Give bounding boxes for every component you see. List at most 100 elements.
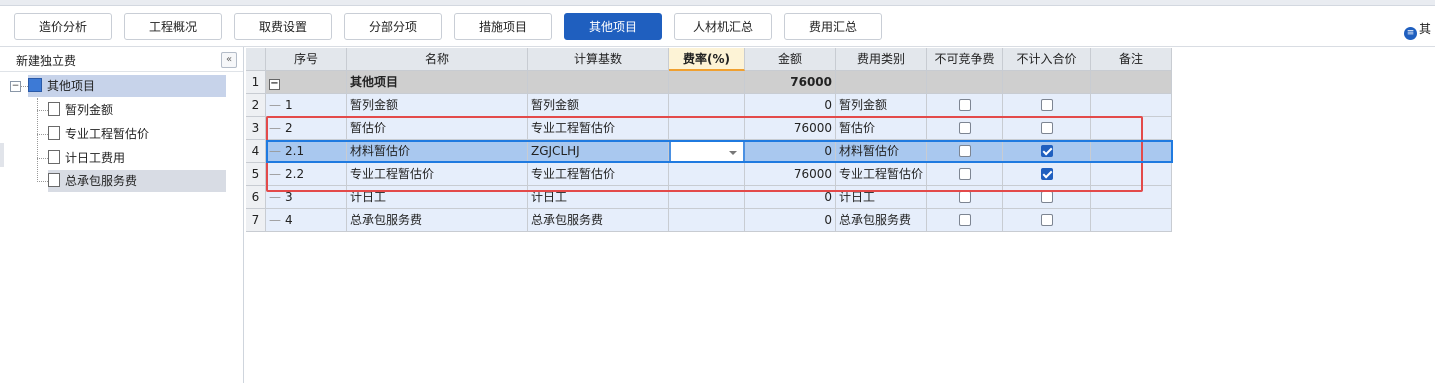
- cell-row-number[interactable]: 1: [246, 71, 266, 94]
- header-rate[interactable]: 费率(%): [669, 48, 745, 71]
- cell-category[interactable]: 暂列金额: [836, 94, 927, 117]
- cell-basis[interactable]: ZGJCLHJ: [528, 140, 669, 163]
- cell-amount[interactable]: 0: [745, 140, 836, 163]
- exclude-checkbox[interactable]: [1040, 214, 1053, 226]
- cell-rate[interactable]: [669, 94, 745, 117]
- exclude-checkbox[interactable]: [1040, 191, 1053, 203]
- header-category[interactable]: 费用类别: [836, 48, 927, 71]
- collapse-sidebar-button[interactable]: «: [221, 52, 237, 68]
- cell-noncompete[interactable]: [927, 140, 1003, 163]
- cell-rate[interactable]: [669, 163, 745, 186]
- cell-note[interactable]: [1091, 71, 1172, 94]
- cell-note[interactable]: [1091, 209, 1172, 232]
- noncompete-checkbox[interactable]: [958, 145, 971, 157]
- cell-name[interactable]: 专业工程暂估价: [347, 163, 528, 186]
- cell-note[interactable]: [1091, 117, 1172, 140]
- cell-amount[interactable]: 0: [745, 186, 836, 209]
- cell-noncompete[interactable]: [927, 94, 1003, 117]
- cell-seq[interactable]: −: [266, 71, 347, 94]
- cell-noncompete[interactable]: [927, 117, 1003, 140]
- cell-category[interactable]: 计日工: [836, 186, 927, 209]
- cell-category[interactable]: 总承包服务费: [836, 209, 927, 232]
- noncompete-checkbox[interactable]: [958, 214, 971, 226]
- tree-node-general-contractor-fee[interactable]: 总承包服务费: [48, 170, 226, 192]
- cell-name[interactable]: 计日工: [347, 186, 528, 209]
- cell-rate[interactable]: [669, 186, 745, 209]
- exclude-checkbox[interactable]: [1040, 168, 1053, 180]
- corner-menu[interactable]: ≡ 其: [1404, 20, 1431, 40]
- cell-rate[interactable]: [669, 117, 745, 140]
- cell-exclude[interactable]: [1003, 209, 1091, 232]
- exclude-checkbox[interactable]: [1040, 122, 1053, 134]
- tree-node-specialty-estimate[interactable]: 专业工程暂估价: [48, 123, 153, 145]
- cell-basis[interactable]: 专业工程暂估价: [528, 163, 669, 186]
- tab-cost-analysis[interactable]: 造价分析: [14, 13, 112, 40]
- noncompete-checkbox[interactable]: [958, 122, 971, 134]
- tab-project-overview[interactable]: 工程概况: [124, 13, 222, 40]
- noncompete-checkbox[interactable]: [958, 99, 971, 111]
- cell-seq[interactable]: —1: [266, 94, 347, 117]
- chevron-down-icon[interactable]: [729, 151, 737, 155]
- tab-itemized[interactable]: 分部分项: [344, 13, 442, 40]
- header-basis[interactable]: 计算基数: [528, 48, 669, 71]
- cell-amount[interactable]: 0: [745, 94, 836, 117]
- cell-amount[interactable]: 0: [745, 209, 836, 232]
- cell-row-number[interactable]: 2: [246, 94, 266, 117]
- cell-name[interactable]: 暂估价: [347, 117, 528, 140]
- cell-name[interactable]: 暂列金额: [347, 94, 528, 117]
- cell-rate[interactable]: [669, 209, 745, 232]
- cell-basis[interactable]: [528, 71, 669, 94]
- exclude-checkbox[interactable]: [1040, 99, 1053, 111]
- cell-seq[interactable]: — 2.1: [266, 140, 347, 163]
- cell-amount[interactable]: 76000: [745, 117, 836, 140]
- cell-row-number[interactable]: 5: [246, 163, 266, 186]
- header-seq[interactable]: 序号: [266, 48, 347, 71]
- cell-seq[interactable]: — 2.2: [266, 163, 347, 186]
- cell-row-number[interactable]: 6: [246, 186, 266, 209]
- noncompete-checkbox[interactable]: [958, 168, 971, 180]
- cell-exclude[interactable]: [1003, 140, 1091, 163]
- cell-note[interactable]: [1091, 186, 1172, 209]
- header-exclude[interactable]: 不计入合价: [1003, 48, 1091, 71]
- tree-node-other-items[interactable]: 其他项目: [28, 75, 226, 97]
- cell-amount[interactable]: 76000: [745, 71, 836, 94]
- cell-note[interactable]: [1091, 163, 1172, 186]
- cell-name[interactable]: 总承包服务费: [347, 209, 528, 232]
- collapse-row-icon[interactable]: −: [269, 79, 280, 90]
- cell-basis[interactable]: 暂列金额: [528, 94, 669, 117]
- tab-labor-material-machine[interactable]: 人材机汇总: [674, 13, 772, 40]
- cell-category[interactable]: 专业工程暂估价: [836, 163, 927, 186]
- cell-noncompete[interactable]: [927, 186, 1003, 209]
- cell-name[interactable]: 材料暂估价: [347, 140, 528, 163]
- cell-amount[interactable]: 76000: [745, 163, 836, 186]
- cell-exclude[interactable]: [1003, 71, 1091, 94]
- header-noncompete[interactable]: 不可竞争费: [927, 48, 1003, 71]
- cell-seq[interactable]: —2: [266, 117, 347, 140]
- cell-note[interactable]: [1091, 94, 1172, 117]
- tree-node-daywork[interactable]: 计日工费用: [48, 147, 129, 169]
- tree-node-provisional-sum[interactable]: 暂列金额: [48, 99, 117, 121]
- cell-exclude[interactable]: [1003, 163, 1091, 186]
- rate-dropdown[interactable]: [669, 140, 745, 163]
- header-name[interactable]: 名称: [347, 48, 528, 71]
- sidebar-title[interactable]: 新建独立费: [16, 52, 76, 69]
- tab-other-items[interactable]: 其他项目: [564, 13, 662, 40]
- cell-rate[interactable]: [669, 71, 745, 94]
- tab-fee-settings[interactable]: 取费设置: [234, 13, 332, 40]
- cell-category[interactable]: 材料暂估价: [836, 140, 927, 163]
- cell-basis[interactable]: 总承包服务费: [528, 209, 669, 232]
- cell-seq[interactable]: —3: [266, 186, 347, 209]
- tab-fee-summary[interactable]: 费用汇总: [784, 13, 882, 40]
- exclude-checkbox[interactable]: [1040, 145, 1053, 157]
- cell-exclude[interactable]: [1003, 186, 1091, 209]
- header-corner[interactable]: [246, 48, 266, 71]
- cell-noncompete[interactable]: [927, 163, 1003, 186]
- tab-measures[interactable]: 措施项目: [454, 13, 552, 40]
- cell-category[interactable]: [836, 71, 927, 94]
- header-amount[interactable]: 金额: [745, 48, 836, 71]
- cell-noncompete[interactable]: [927, 209, 1003, 232]
- cell-name[interactable]: 其他项目: [347, 71, 528, 94]
- cell-noncompete[interactable]: [927, 71, 1003, 94]
- cell-exclude[interactable]: [1003, 117, 1091, 140]
- cell-category[interactable]: 暂估价: [836, 117, 927, 140]
